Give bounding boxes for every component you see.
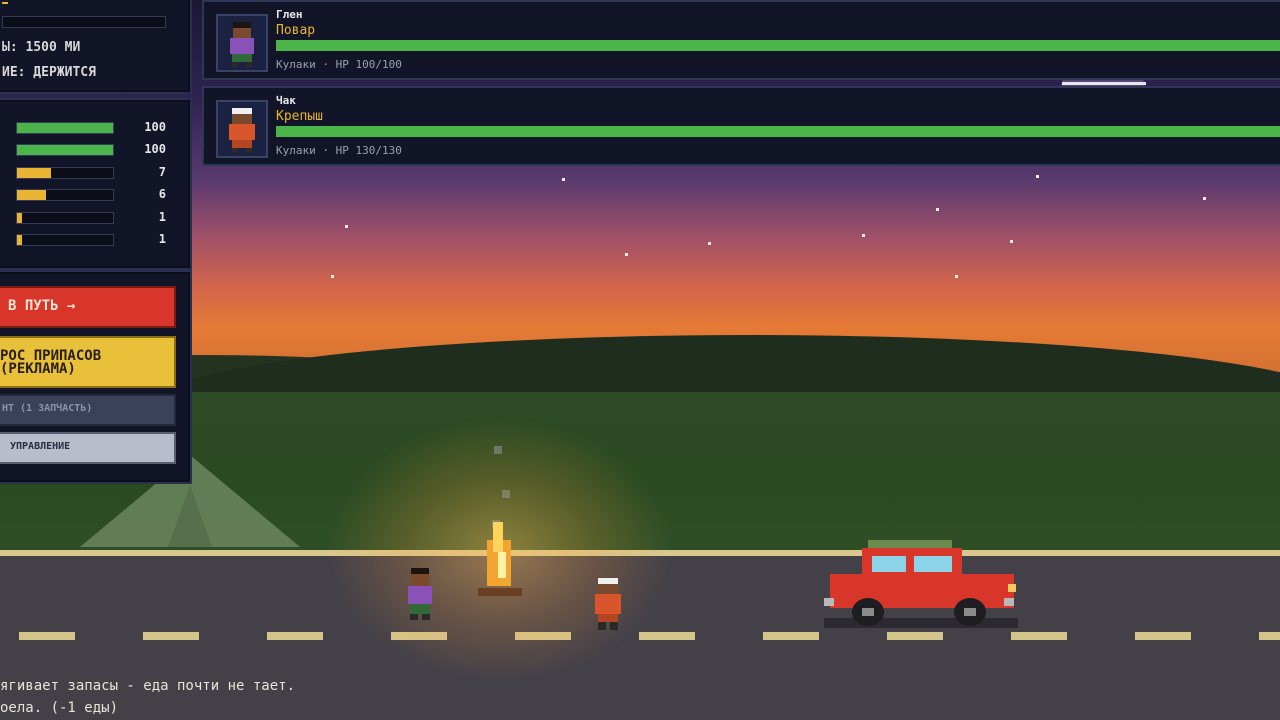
crew-card-glen[interactable]: Глен Повар Кулаки · HP 100/100: [202, 0, 1280, 80]
accent-mark: [2, 2, 8, 4]
star: [562, 178, 565, 181]
star: [1010, 240, 1013, 243]
portrait-glen: [216, 14, 268, 72]
event-log-line: ягивает запасы - еда почти не тает.: [0, 678, 296, 694]
actions-panel: В ПУТЬ → РОС ПРИПАСОВ (РЕКЛАМА) НТ (1 ЗА…: [0, 270, 192, 484]
crew-name: Глен: [276, 8, 303, 21]
stat-row: 6: [16, 187, 166, 201]
road-dash: [19, 632, 75, 640]
trip-panel: Ы: 1500 МИ ИЕ: ДЕРЖИТСЯ: [0, 0, 192, 94]
campfire-flame: [498, 552, 506, 578]
stat-value: 100: [144, 142, 166, 156]
crew-info: Кулаки · HP 130/130: [276, 144, 402, 157]
star: [708, 242, 711, 245]
star: [331, 275, 334, 278]
stat-fill: [17, 213, 22, 223]
event-log-line: оела. (-1 еды): [0, 700, 119, 716]
stat-fill: [17, 235, 22, 245]
star: [625, 253, 628, 256]
stat-fill: [17, 123, 113, 133]
campfire-logs: [478, 588, 522, 596]
tent-entrance: [168, 485, 212, 547]
crew-info: Кулаки · HP 100/100: [276, 58, 402, 71]
trip-state: ИЕ: ДЕРЖИТСЯ: [2, 65, 96, 80]
supplies-ad-button[interactable]: РОС ПРИПАСОВ (РЕКЛАМА): [0, 336, 176, 388]
trip-progress-bar: [2, 16, 166, 28]
stat-row: 100: [16, 120, 166, 134]
stat-value: 100: [144, 120, 166, 134]
star: [936, 208, 939, 211]
crew-name: Чак: [276, 94, 296, 107]
crew-role: Повар: [276, 23, 316, 38]
crew-hp-fill: [276, 40, 1280, 51]
portrait-chak: [216, 100, 268, 158]
road-dash: [639, 632, 695, 640]
stat-value: 6: [158, 187, 166, 201]
stat-value: 1: [158, 232, 166, 246]
star: [1036, 175, 1039, 178]
stat-fill: [17, 168, 51, 178]
crew-hp-fill: [276, 126, 1280, 137]
supplies-button-label-2: (РЕКЛАМА): [0, 361, 76, 377]
stat-row: 7: [16, 165, 166, 179]
repair-button-label: НТ (1 ЗАПЧАСТЬ): [2, 403, 93, 414]
crew-card-chak[interactable]: Чак Крепыш Кулаки · HP 130/130: [202, 86, 1280, 166]
go-button[interactable]: В ПУТЬ →: [0, 286, 176, 328]
road-dash: [143, 632, 199, 640]
manage-button[interactable]: УПРАВЛЕНИЕ: [0, 432, 176, 464]
character-glen[interactable]: [404, 566, 436, 622]
road-dash: [763, 632, 819, 640]
star: [862, 234, 865, 237]
crew-hp-bar: [276, 126, 1280, 137]
car[interactable]: [822, 538, 1022, 630]
stat-row: 100: [16, 142, 166, 156]
trip-distance: Ы: 1500 МИ: [2, 40, 81, 55]
stat-row: 1: [16, 232, 166, 246]
stat-fill: [17, 190, 46, 200]
road-dash: [887, 632, 943, 640]
road-dash: [1011, 632, 1067, 640]
manage-button-label: УПРАВЛЕНИЕ: [10, 441, 71, 452]
star: [955, 275, 958, 278]
stat-fill: [17, 145, 113, 155]
go-button-label: В ПУТЬ →: [8, 298, 76, 314]
smoke-particle: [494, 446, 502, 454]
stat-value: 1: [158, 210, 166, 224]
repair-button[interactable]: НТ (1 ЗАПЧАСТЬ): [0, 394, 176, 426]
crew-hp-bar: [276, 40, 1280, 51]
stat-row: 1: [16, 210, 166, 224]
road-dash: [1259, 632, 1280, 640]
crew-role: Крепыш: [276, 109, 323, 124]
star: [345, 225, 348, 228]
moon-cloud: [1062, 82, 1146, 85]
campfire-flame: [493, 522, 503, 552]
stat-value: 7: [158, 165, 166, 179]
star: [1203, 197, 1206, 200]
road-dash: [1135, 632, 1191, 640]
smoke-particle: [502, 490, 510, 498]
character-chak[interactable]: [592, 578, 624, 632]
stats-panel: 100 100 7 6 1 1: [0, 98, 192, 270]
road-dash: [267, 632, 323, 640]
